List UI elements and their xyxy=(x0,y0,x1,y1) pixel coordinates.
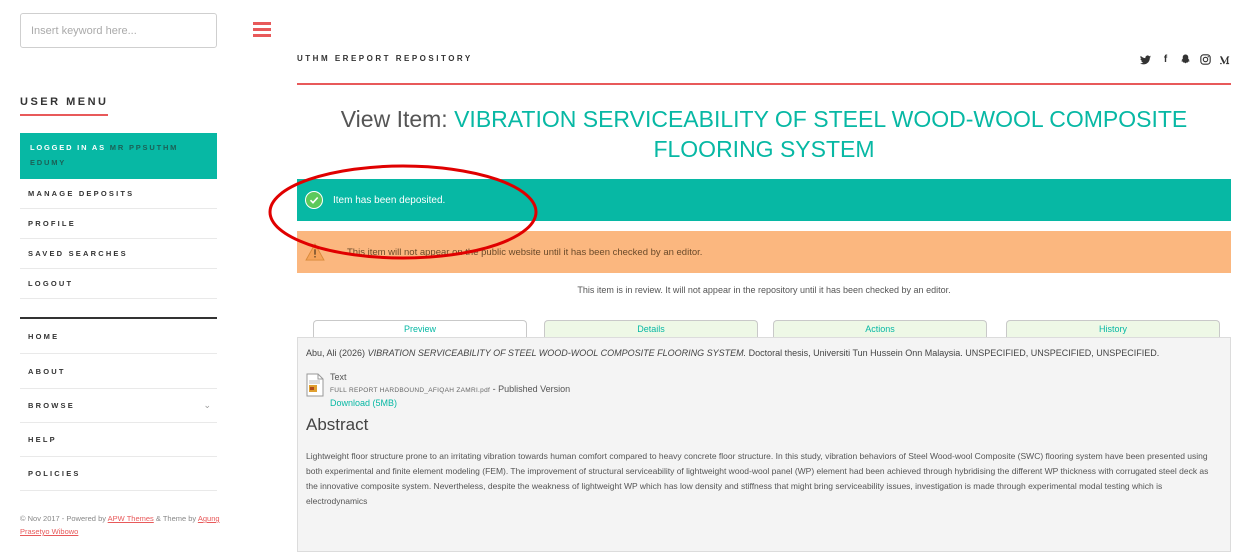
nav-item-policies[interactable]: POLICIES xyxy=(20,457,217,491)
sidebar: USER MENU LOGGED IN AS MR PPSUTHM EDUMY … xyxy=(0,0,232,552)
user-menu-list: MANAGE DEPOSITS PROFILE SAVED SEARCHES L… xyxy=(20,179,217,299)
sidebar-footer: © Nov 2017 - Powered by APW Themes & The… xyxy=(20,514,220,536)
page-title: View Item: VIBRATION SERVICEABILITY OF S… xyxy=(340,106,1188,162)
nav-item-browse[interactable]: BROWSE ⌄ xyxy=(20,389,217,423)
nav-item-home[interactable]: HOME xyxy=(20,319,217,354)
abstract-text: Lightweight floor structure prone to an … xyxy=(306,451,1209,506)
nav-item-about[interactable]: ABOUT xyxy=(20,354,217,389)
document-type: Text xyxy=(330,372,347,382)
item-title: VIBRATION SERVICEABILITY OF STEEL WOOD-W… xyxy=(454,106,1188,162)
document-icon[interactable] xyxy=(306,373,324,397)
nav-item-help[interactable]: HELP xyxy=(20,423,217,457)
abstract-heading: Abstract xyxy=(306,415,369,434)
download-link[interactable]: Download (5MB) xyxy=(330,398,397,408)
social-links: f xyxy=(1140,54,1231,65)
warning-icon xyxy=(305,243,325,261)
site-name: UTHM EREPORT REPOSITORY xyxy=(297,54,473,63)
item-tabs: Preview Details Actions History xyxy=(313,320,1220,338)
search-input[interactable] xyxy=(20,13,217,48)
logged-in-banner: LOGGED IN AS MR PPSUTHM EDUMY xyxy=(20,133,217,179)
warning-alert: This item will not appear on the public … xyxy=(297,231,1231,273)
heading-underline xyxy=(20,114,108,116)
warning-message: This item will not appear on the public … xyxy=(347,246,703,258)
citation: Abu, Ali (2026) VIBRATION SERVICEABILITY… xyxy=(306,348,1160,358)
citation-author: Abu, Ali xyxy=(306,348,337,358)
snapchat-icon[interactable] xyxy=(1180,54,1191,65)
document-version: - Published Version xyxy=(490,384,571,394)
nav-menu-list: HOME ABOUT BROWSE ⌄ HELP POLICIES xyxy=(20,319,217,491)
menu-item-profile[interactable]: PROFILE xyxy=(20,209,217,239)
hamburger-menu-icon[interactable] xyxy=(253,22,271,37)
menu-item-manage-deposits[interactable]: MANAGE DEPOSITS xyxy=(20,179,217,209)
twitter-icon[interactable] xyxy=(1140,54,1151,65)
review-note: This item is in review. It will not appe… xyxy=(577,285,951,295)
chevron-down-icon: ⌄ xyxy=(203,400,211,410)
user-menu-heading: USER MENU xyxy=(20,96,109,108)
check-icon xyxy=(305,191,323,209)
apw-themes-link[interactable]: APW Themes xyxy=(108,514,154,523)
citation-title: VIBRATION SERVICEABILITY OF STEEL WOOD-W… xyxy=(367,348,747,358)
facebook-icon[interactable]: f xyxy=(1160,54,1171,65)
tab-preview[interactable]: Preview xyxy=(313,320,527,338)
logged-in-prefix: LOGGED IN AS xyxy=(30,143,110,152)
tab-actions[interactable]: Actions xyxy=(773,320,987,338)
tab-history[interactable]: History xyxy=(1006,320,1220,338)
tab-details[interactable]: Details xyxy=(544,320,758,338)
menu-item-logout[interactable]: LOGOUT xyxy=(20,269,217,299)
header-divider xyxy=(297,83,1231,85)
document-filename: FULL REPORT HARDBOUND_AFIQAH ZAMRI.pdf xyxy=(330,387,491,394)
success-alert: Item has been deposited. xyxy=(297,179,1231,221)
instagram-icon[interactable] xyxy=(1200,54,1211,65)
menu-item-saved-searches[interactable]: SAVED SEARCHES xyxy=(20,239,217,269)
document-entry: Text FULL REPORT HARDBOUND_AFIQAH ZAMRI.… xyxy=(306,371,1222,409)
preview-panel: Abu, Ali (2026) VIBRATION SERVICEABILITY… xyxy=(297,337,1231,552)
medium-icon[interactable] xyxy=(1220,54,1231,65)
success-message: Item has been deposited. xyxy=(333,194,446,206)
